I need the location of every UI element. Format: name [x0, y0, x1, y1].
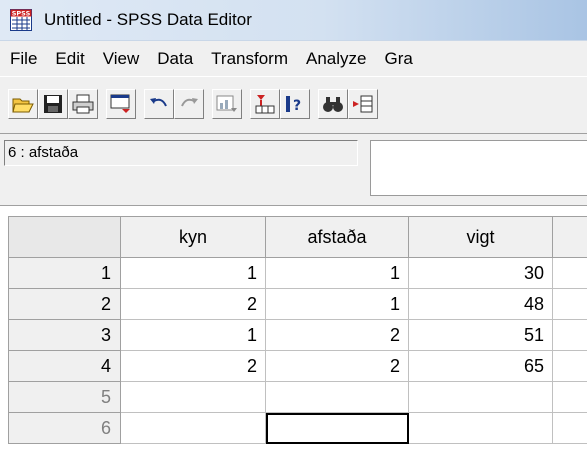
- goto-chart-button[interactable]: [212, 89, 242, 119]
- row-header[interactable]: 6: [8, 413, 121, 444]
- save-icon: [44, 95, 62, 113]
- table-cell[interactable]: 1: [266, 289, 409, 320]
- redo-icon: [181, 98, 198, 107]
- table-cell[interactable]: 2: [266, 351, 409, 382]
- menu-bar: File Edit View Data Transform Analyze Gr…: [0, 40, 587, 76]
- column-header-next[interactable]: [553, 216, 587, 258]
- column-header-vigt[interactable]: vigt: [409, 216, 553, 258]
- undo-button[interactable]: [144, 89, 174, 119]
- spss-app-icon[interactable]: SPSS: [10, 9, 32, 31]
- svg-text:?: ?: [293, 98, 301, 114]
- row-header[interactable]: 5: [8, 382, 121, 413]
- toolbar: ?: [0, 76, 587, 134]
- table-cell[interactable]: [553, 413, 587, 444]
- menu-file[interactable]: File: [10, 49, 37, 69]
- title-bar[interactable]: SPSS Untitled - SPSS Data Editor: [0, 0, 587, 40]
- find-icon: [323, 97, 343, 112]
- menu-edit[interactable]: Edit: [55, 49, 84, 69]
- table-cell[interactable]: 2: [121, 351, 266, 382]
- undo-icon: [150, 98, 167, 107]
- open-icon: [12, 98, 34, 113]
- cell-editor-bar: 6 : afstaða: [0, 134, 587, 206]
- redo-button[interactable]: [174, 89, 204, 119]
- table-cell[interactable]: [553, 320, 587, 351]
- dialog-recall-button[interactable]: [106, 89, 136, 119]
- data-grid: kyn afstaða vigt 1 1 1 30 2 2 1 48 3 1 2…: [0, 206, 587, 457]
- table-cell[interactable]: [409, 382, 553, 413]
- menu-analyze[interactable]: Analyze: [306, 49, 366, 69]
- cell-value-input[interactable]: [370, 140, 587, 196]
- goto-case-button[interactable]: [250, 89, 280, 119]
- row-header[interactable]: 3: [8, 320, 121, 351]
- save-button[interactable]: [38, 89, 68, 119]
- menu-graphs[interactable]: Gra: [384, 49, 412, 69]
- table-cell[interactable]: [266, 382, 409, 413]
- table-cell[interactable]: [553, 258, 587, 289]
- table-cell[interactable]: [409, 413, 553, 444]
- print-button[interactable]: [68, 89, 98, 119]
- find-button[interactable]: [318, 89, 348, 119]
- window-title: Untitled - SPSS Data Editor: [44, 10, 252, 29]
- dialog-recall-icon: [110, 94, 130, 113]
- row-header[interactable]: 2: [8, 289, 121, 320]
- table-cell[interactable]: 1: [266, 258, 409, 289]
- table-cell[interactable]: 2: [121, 289, 266, 320]
- table-cell[interactable]: 1: [121, 258, 266, 289]
- table-cell[interactable]: 2: [266, 320, 409, 351]
- row-header[interactable]: 1: [8, 258, 121, 289]
- table-cell[interactable]: 65: [409, 351, 553, 382]
- print-icon: [72, 94, 94, 114]
- active-cell[interactable]: [266, 413, 409, 444]
- grid-corner[interactable]: [8, 216, 121, 258]
- goto-chart-icon: [216, 95, 237, 112]
- menu-view[interactable]: View: [103, 49, 140, 69]
- menu-data[interactable]: Data: [157, 49, 193, 69]
- table-cell[interactable]: [553, 382, 587, 413]
- table-cell[interactable]: 51: [409, 320, 553, 351]
- row-header[interactable]: 4: [8, 351, 121, 382]
- spss-logo-text: SPSS: [12, 10, 31, 18]
- table-cell[interactable]: 30: [409, 258, 553, 289]
- variables-button[interactable]: ?: [280, 89, 310, 119]
- column-header-kyn[interactable]: kyn: [121, 216, 266, 258]
- table-cell[interactable]: [553, 351, 587, 382]
- variables-icon: ?: [286, 96, 301, 114]
- open-button[interactable]: [8, 89, 38, 119]
- cell-reference: 6 : afstaða: [4, 140, 358, 166]
- table-cell[interactable]: [121, 382, 266, 413]
- table-cell[interactable]: 48: [409, 289, 553, 320]
- table-cell[interactable]: 1: [121, 320, 266, 351]
- table-cell[interactable]: [121, 413, 266, 444]
- menu-transform[interactable]: Transform: [211, 49, 288, 69]
- insert-cases-button[interactable]: [348, 89, 378, 119]
- column-header-afstada[interactable]: afstaða: [266, 216, 409, 258]
- goto-case-icon: [255, 95, 275, 114]
- table-cell[interactable]: [553, 289, 587, 320]
- insert-cases-icon: [353, 95, 373, 113]
